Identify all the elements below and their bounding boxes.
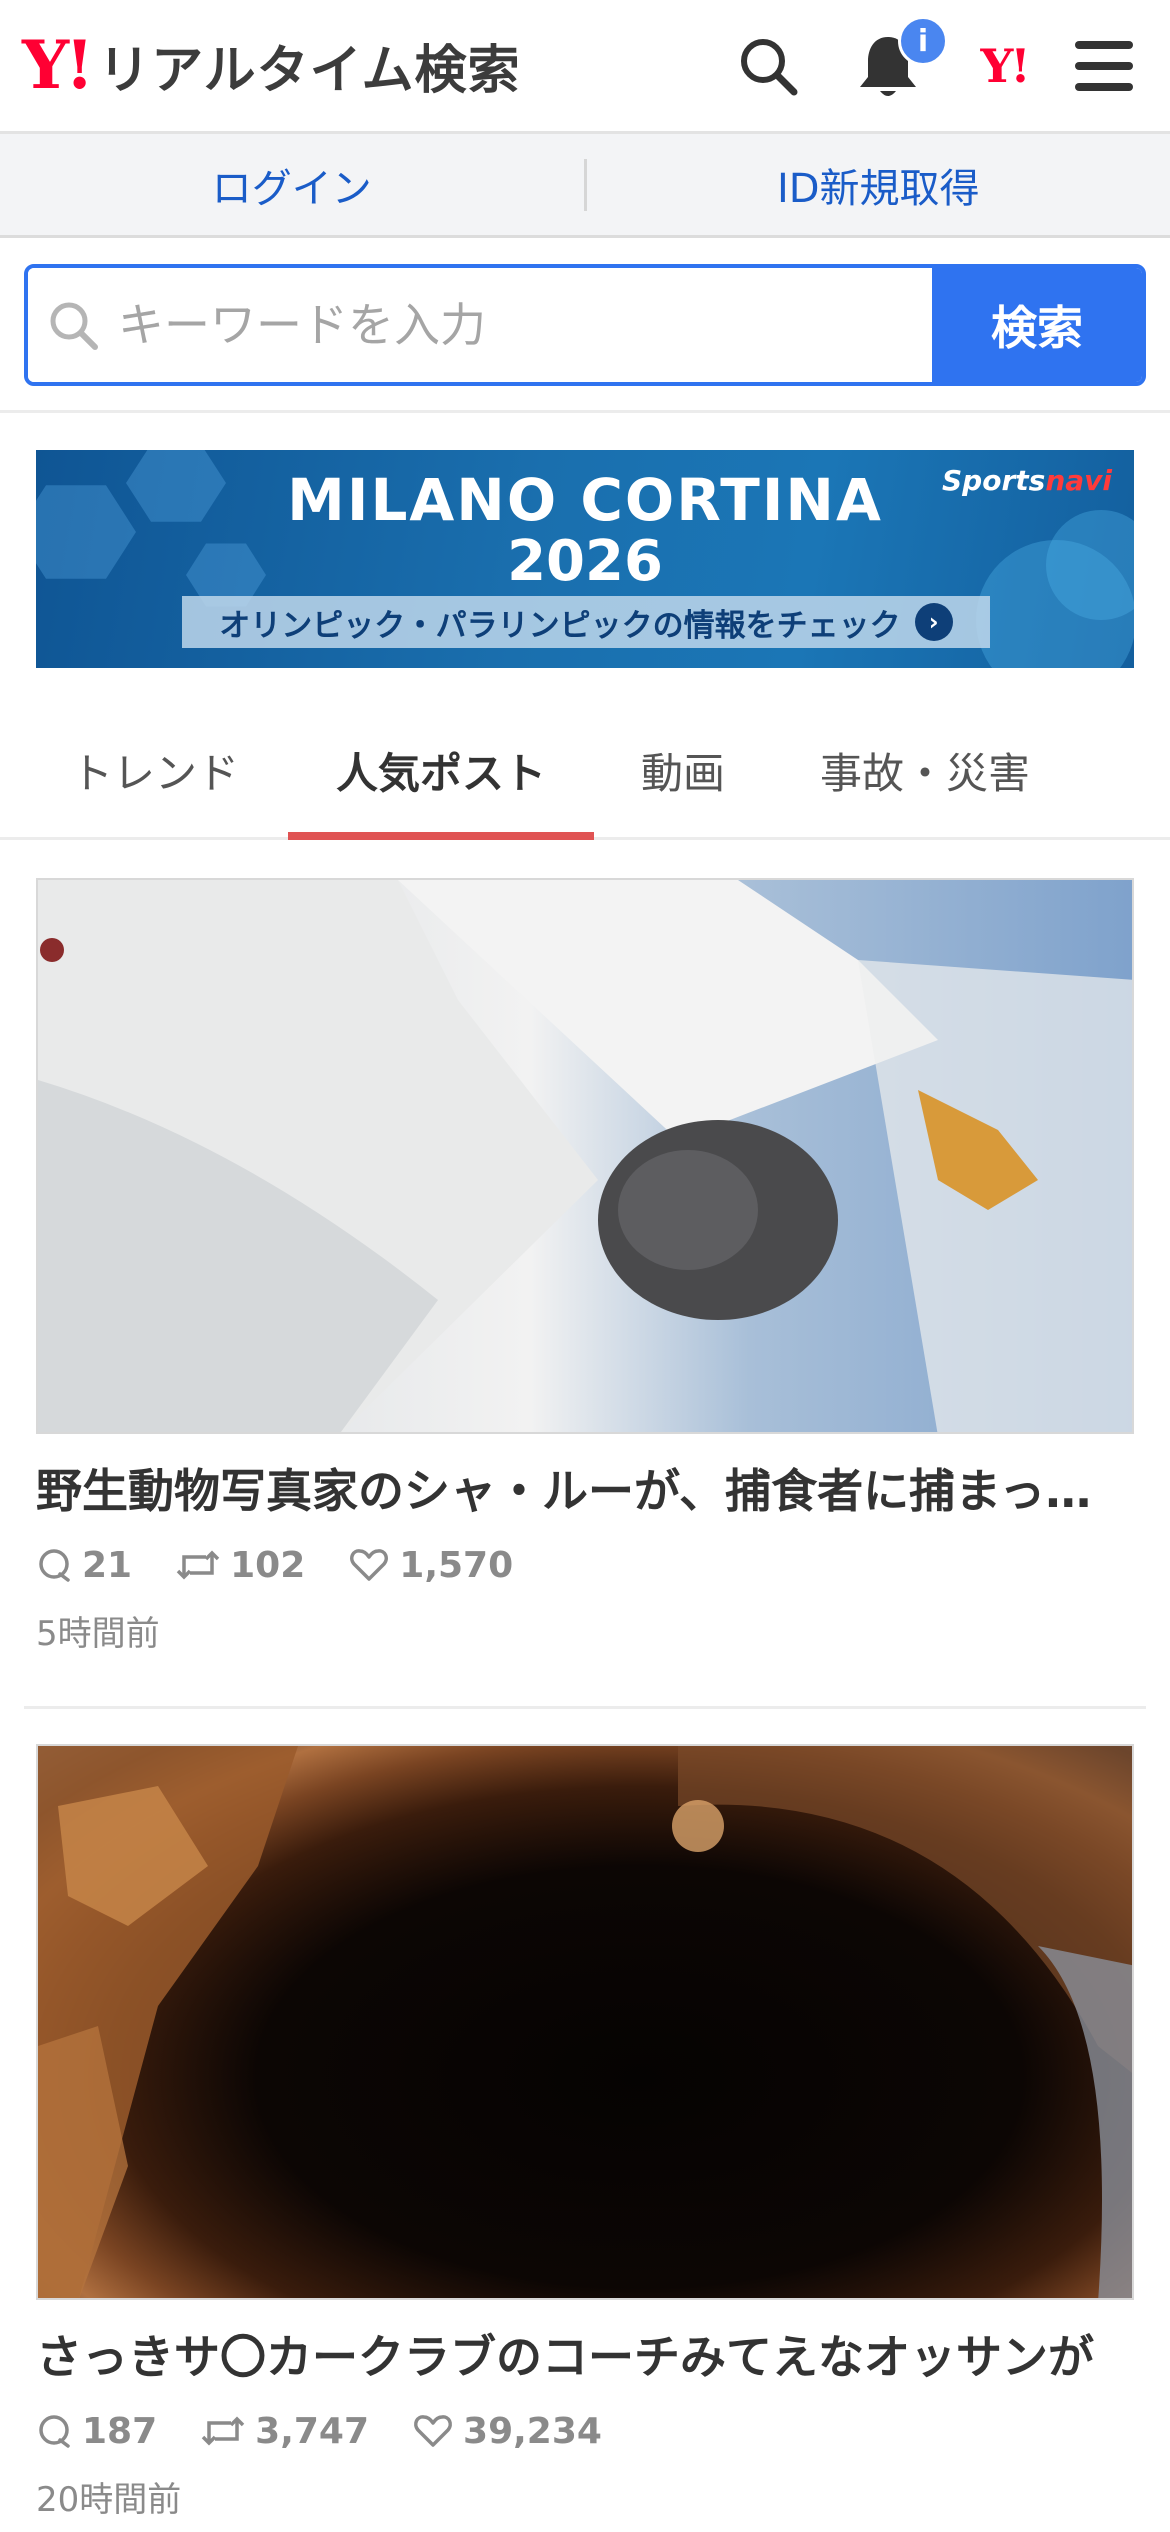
like-count-value: 1,570 xyxy=(399,1544,514,1586)
yahoo-mark: Y! xyxy=(980,39,1030,93)
post-title[interactable]: さっきサ〇カークラブのコーチみてえなオッサンが xyxy=(36,2326,1134,2388)
post-image-art xyxy=(38,1746,1132,2298)
site-title: リアルタイム検索 xyxy=(98,40,521,101)
app-header: Y! リアルタイム検索 i Y! xyxy=(0,0,1170,134)
banner-cta-label: オリンピック・パラリンピックの情報をチェック xyxy=(219,607,901,644)
category-tabs: トレンド 人気ポスト 動画 事故・災害 xyxy=(0,700,1170,840)
tab-accidents-disasters[interactable]: 事故・災害 xyxy=(790,700,1060,840)
post-timestamp: 5時間前 xyxy=(36,1614,160,1654)
yahoo-japan-icon[interactable]: Y! xyxy=(964,26,1044,106)
post-stats: 21 102 1,570 xyxy=(36,1538,1134,1592)
reply-icon xyxy=(39,1549,70,1582)
menu-icon[interactable] xyxy=(1064,26,1144,106)
divider xyxy=(0,410,1170,413)
divider xyxy=(24,1706,1146,1709)
banner-year: 2026 xyxy=(507,529,663,594)
notification-badge: i xyxy=(898,16,948,66)
chevron-right-icon: › xyxy=(914,603,953,641)
tab-video[interactable]: 動画 xyxy=(600,700,766,840)
site-logo[interactable]: Y! リアルタイム検索 xyxy=(22,26,521,104)
post-image[interactable] xyxy=(36,878,1134,1434)
post-timestamp: 20時間前 xyxy=(36,2480,182,2520)
search-button[interactable]: 検索 xyxy=(932,268,1142,382)
repost-count[interactable]: 3,747 xyxy=(201,2411,369,2452)
tab-popular-posts[interactable]: 人気ポスト xyxy=(288,700,594,840)
like-count[interactable]: 39,234 xyxy=(413,2411,602,2452)
search-form: 検索 xyxy=(24,264,1146,386)
post-stats: 187 3,747 39,234 xyxy=(36,2404,1134,2458)
heart-icon xyxy=(414,2415,452,2447)
banner-title: MILANO CORTINA xyxy=(287,466,883,534)
search-field-icon xyxy=(28,275,118,375)
post-image[interactable] xyxy=(36,1744,1134,2300)
reply-count-value: 187 xyxy=(82,2410,158,2452)
banner-cta[interactable]: オリンピック・パラリンピックの情報をチェック › xyxy=(182,596,990,648)
repost-icon xyxy=(176,1550,220,1580)
post-card[interactable]: 野生動物写真家のシャ・ルーが、捕食者に捕まった獲物の瞬間を捉えた写真 21 10… xyxy=(36,878,1134,1655)
yahoo-logo-mark: Y! xyxy=(22,26,94,104)
repost-count-value: 102 xyxy=(230,1544,306,1586)
login-link[interactable]: ログイン xyxy=(0,156,584,214)
heart-icon xyxy=(350,1549,389,1581)
post-card[interactable]: さっきサ〇カークラブのコーチみてえなオッサンが 187 3,747 39,234… xyxy=(36,1744,1134,2521)
repost-count-value: 3,747 xyxy=(255,2410,370,2452)
search-box xyxy=(28,268,932,382)
auth-bar: ログイン ID新規取得 xyxy=(0,134,1170,238)
reply-count-value: 21 xyxy=(82,1544,133,1586)
reply-icon xyxy=(39,2415,70,2448)
olympics-banner[interactable]: Sportsnavi MILANO CORTINA 2026 オリンピック・パラ… xyxy=(36,450,1134,668)
repost-icon xyxy=(201,2416,245,2446)
like-count[interactable]: 1,570 xyxy=(349,1545,513,1586)
like-count-value: 39,234 xyxy=(463,2410,602,2452)
reply-count[interactable]: 21 xyxy=(36,1545,132,1586)
post-title[interactable]: 野生動物写真家のシャ・ルーが、捕食者に捕まった獲物の瞬間を捉えた写真 xyxy=(36,1460,1134,1522)
search-icon[interactable] xyxy=(728,26,808,106)
reply-count[interactable]: 187 xyxy=(36,2411,157,2452)
tab-trend[interactable]: トレンド xyxy=(40,700,270,840)
signup-link[interactable]: ID新規取得 xyxy=(587,156,1170,214)
post-image-art xyxy=(38,880,1132,1432)
search-input[interactable] xyxy=(118,298,932,352)
repost-count[interactable]: 102 xyxy=(176,1545,305,1586)
